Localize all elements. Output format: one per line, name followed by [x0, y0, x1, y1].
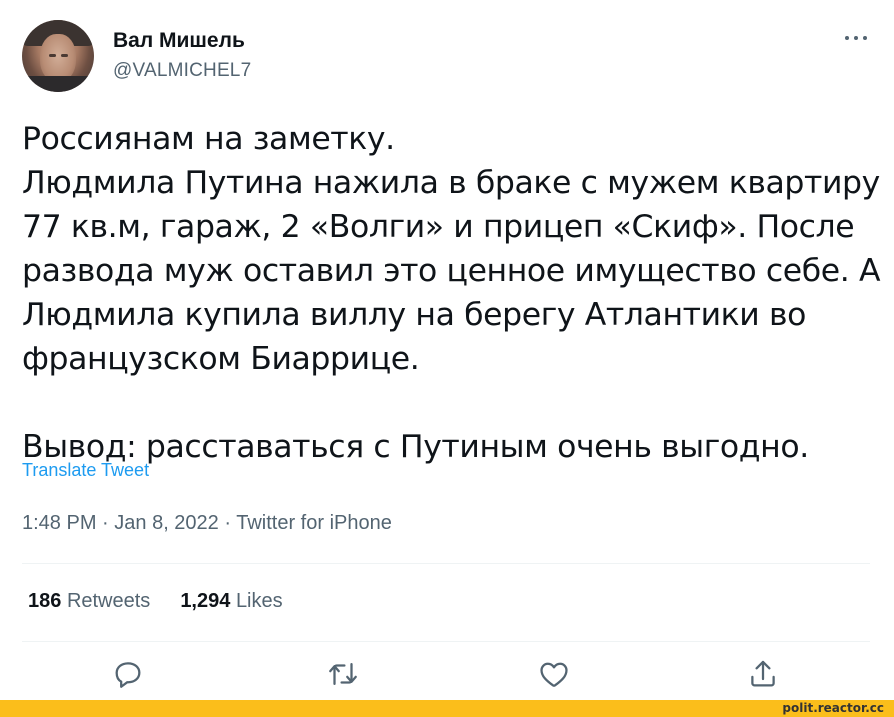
watermark-text: polit.reactor.cc	[782, 701, 884, 715]
likes-label: Likes	[235, 590, 283, 612]
tweet-line: Россиянам на заметку.	[22, 121, 395, 157]
more-icon[interactable]	[843, 28, 869, 46]
tweet-line: французском Биаррице.	[22, 341, 420, 377]
tweet-stats: 186 Retweets 1,294 Likes	[28, 590, 283, 613]
retweets-count: 186	[28, 590, 62, 612]
tweet-line: 77 кв.м, гараж, 2 «Волги» и прицеп «Скиф…	[22, 209, 855, 245]
tweet-actions	[0, 657, 894, 697]
reply-icon[interactable]	[111, 657, 145, 691]
retweets-stat[interactable]: 186 Retweets	[28, 590, 150, 613]
author-name[interactable]: Вал Мишель	[113, 29, 245, 53]
meta-separator: ·	[96, 512, 115, 534]
meta-separator: ·	[218, 512, 237, 534]
tweet-line: Людмила Путина нажила в браке с мужем кв…	[22, 165, 880, 201]
divider	[22, 641, 870, 642]
tweet-conclusion: Вывод: расставаться с Путиным очень выго…	[22, 429, 809, 465]
retweet-icon[interactable]	[326, 657, 360, 691]
watermark-bar: polit.reactor.cc	[0, 700, 894, 717]
share-icon[interactable]	[746, 657, 780, 691]
tweet-text: Россиянам на заметку. Людмила Путина наж…	[22, 117, 882, 469]
tweet-line: развода муж оставил это ценное имущество…	[22, 253, 881, 289]
retweets-label: Retweets	[66, 590, 151, 612]
avatar-face	[40, 34, 76, 82]
likes-count: 1,294	[180, 590, 231, 612]
tweet-line: Людмила купила виллу на берегу Атлантики…	[22, 297, 807, 333]
divider	[22, 563, 870, 564]
tweet-meta: 1:48 PM · Jan 8, 2022 · Twitter for iPho…	[22, 512, 392, 535]
avatar[interactable]	[22, 20, 94, 92]
avatar-eye	[61, 54, 68, 57]
translate-tweet-link[interactable]: Translate Tweet	[22, 460, 149, 481]
likes-stat[interactable]: 1,294 Likes	[180, 590, 282, 613]
avatar-eye	[49, 54, 56, 57]
tweet-source[interactable]: Twitter for iPhone	[236, 512, 392, 534]
avatar-shirt	[22, 76, 94, 92]
author-handle[interactable]: @VALMICHEL7	[113, 60, 251, 82]
tweet-date[interactable]: Jan 8, 2022	[114, 512, 219, 534]
like-icon[interactable]	[537, 657, 571, 691]
tweet-time[interactable]: 1:48 PM	[22, 512, 96, 534]
